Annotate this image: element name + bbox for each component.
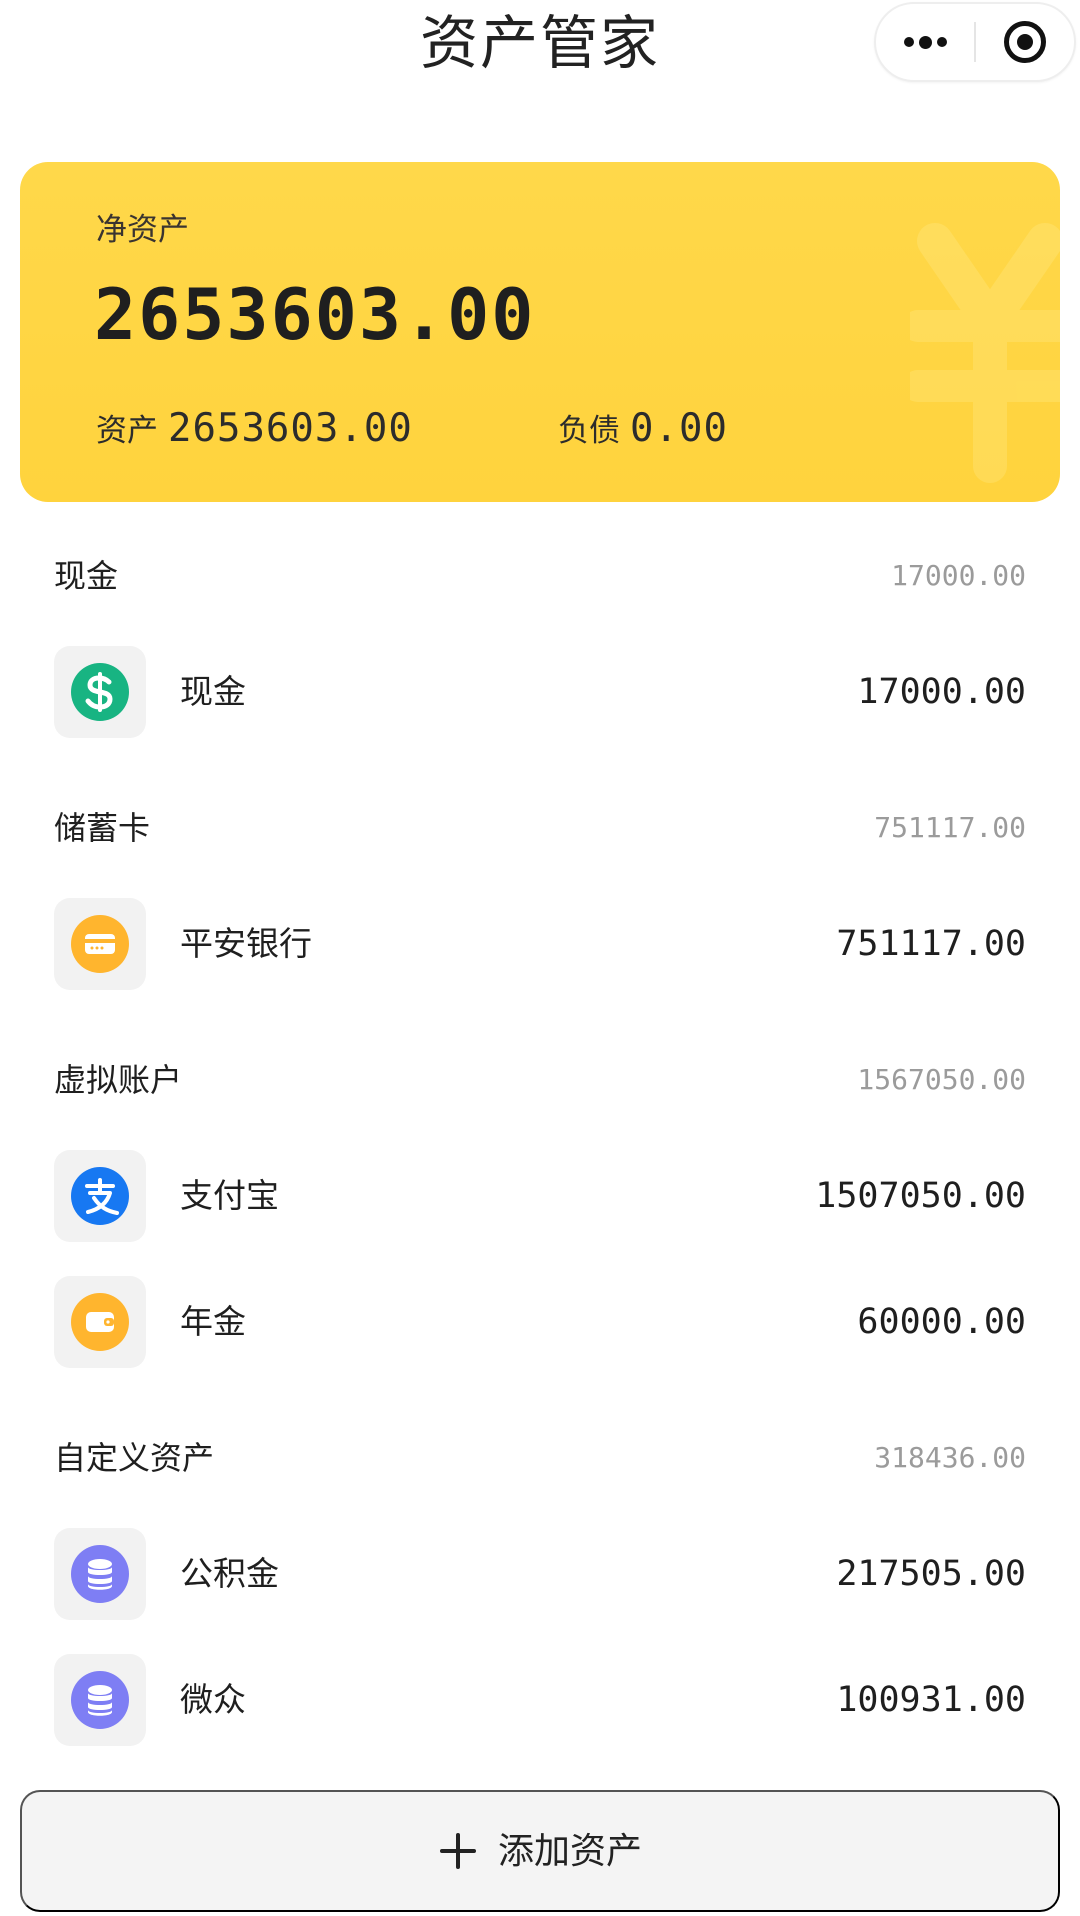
asset-amount: 1507050.00 [815,1176,1026,1216]
net-asset-summary-card: 净资产 2653603.00 资产 2653603.00 负债 0.00 [20,162,1060,502]
target-icon [1003,21,1046,63]
section-title: 储蓄卡 [54,809,151,847]
debt-total: 负债 0.00 [558,408,728,452]
section-title: 现金 [54,557,119,595]
asset-icon-box [54,646,146,738]
asset-icon-box [54,1150,146,1242]
section-header-debit-card: 储蓄卡 751117.00 [54,804,1026,852]
asset-manager-screen: 资产管家 净资产 2653603.00 资产 2653603.00 负债 0.0… [0,0,1080,1916]
section-total: 17000.00 [891,559,1026,592]
asset-item-alipay[interactable]: 支付宝 1507050.00 [54,1150,1026,1242]
asset-amount: 100931.00 [836,1680,1026,1720]
asset-item-webank[interactable]: 微众 100931.00 [54,1654,1026,1746]
section-title: 自定义资产 [54,1439,215,1477]
asset-label: 资产 [96,413,158,449]
section-total: 1567050.00 [857,1063,1026,1096]
add-asset-button[interactable]: 添加资产 [20,1790,1060,1912]
plus-icon [438,1831,478,1871]
mini-program-capsule [874,2,1076,82]
wallet-icon [71,1293,129,1351]
asset-item-cash[interactable]: 现金 17000.00 [54,646,1026,738]
dollar-icon [71,663,129,721]
app-header: 资产管家 [0,0,1080,96]
coin-stack-icon [71,1545,129,1603]
asset-icon-box [54,1528,146,1620]
asset-item-pingan-bank[interactable]: 平安银行 751117.00 [54,898,1026,990]
asset-name: 微众 [180,1680,246,1719]
asset-icon-box [54,1276,146,1368]
asset-icon-box [54,1654,146,1746]
asset-item-annuity[interactable]: 年金 60000.00 [54,1276,1026,1368]
coin-stack-icon [71,1671,129,1729]
asset-total: 资产 2653603.00 [96,408,413,452]
section-header-cash: 现金 17000.00 [54,552,1026,600]
debt-value: 0.00 [630,406,728,451]
section-title: 虚拟账户 [54,1061,183,1099]
add-asset-label: 添加资产 [497,1830,642,1871]
section-header-virtual-accounts: 虚拟账户 1567050.00 [54,1056,1026,1104]
net-asset-value: 2653603.00 [94,274,536,356]
asset-name: 公积金 [180,1554,279,1593]
alipay-icon [71,1167,129,1225]
target-button[interactable] [976,4,1074,80]
asset-name: 支付宝 [180,1176,279,1215]
section-total: 318436.00 [874,1441,1026,1474]
asset-value: 2653603.00 [168,406,413,451]
net-asset-label: 净资产 [96,212,189,248]
more-dots-icon [903,35,947,49]
asset-icon-box [54,898,146,990]
debt-label: 负债 [558,413,620,449]
asset-amount: 751117.00 [836,924,1026,964]
asset-name: 年金 [180,1302,246,1341]
asset-name: 平安银行 [180,924,312,963]
asset-item-housing-fund[interactable]: 公积金 217505.00 [54,1528,1026,1620]
yen-watermark-icon [910,223,1060,483]
asset-amount: 217505.00 [836,1554,1026,1594]
more-button[interactable] [876,4,974,80]
section-total: 751117.00 [874,811,1026,844]
asset-name: 现金 [180,672,246,711]
asset-amount: 17000.00 [857,672,1026,712]
asset-amount: 60000.00 [857,1302,1026,1342]
card-icon [71,915,129,973]
section-header-custom-assets: 自定义资产 318436.00 [54,1434,1026,1482]
